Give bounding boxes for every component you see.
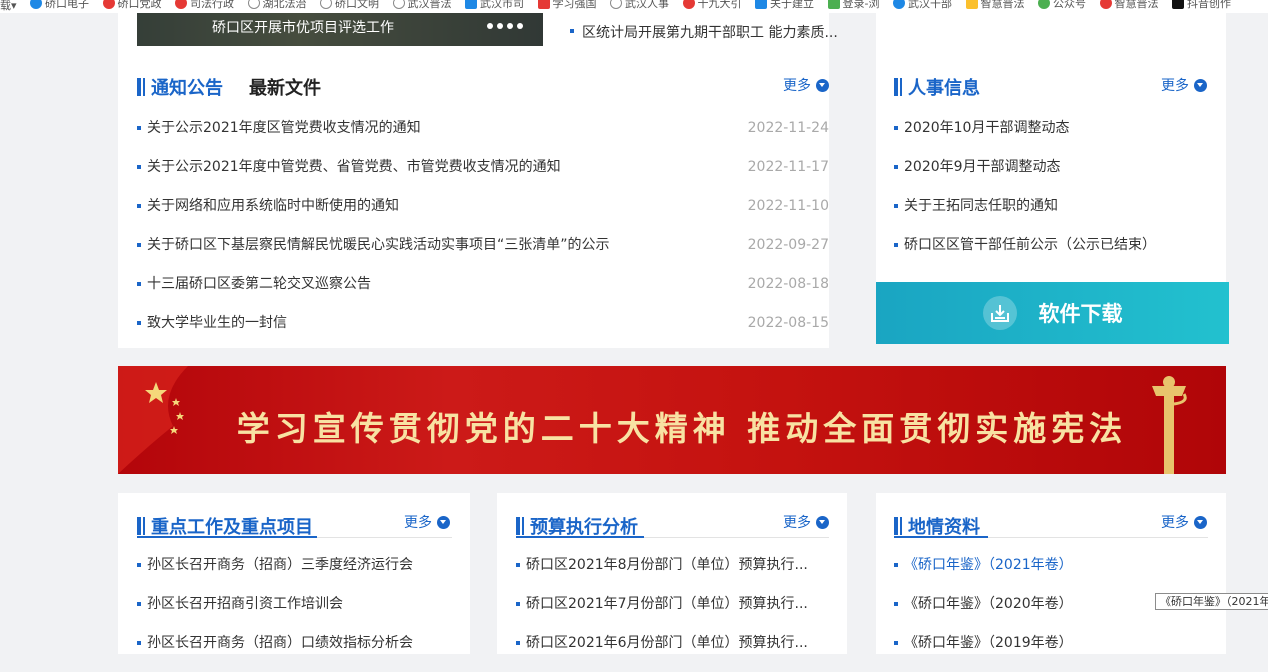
bookmark-item[interactable]: 智慧普法	[965, 0, 1025, 9]
date: 2022-11-10	[747, 198, 829, 214]
tab-latest-files[interactable]: 最新文件	[249, 74, 321, 100]
globe-icon	[392, 0, 405, 9]
top-card-right	[876, 13, 1226, 50]
list-item[interactable]: 硚口区2021年6月份部门（单位）预算执行...	[516, 633, 829, 672]
list-item[interactable]: 硚口区2021年8月份部门（单位）预算执行...	[516, 555, 829, 594]
list-item[interactable]: 2020年10月干部调整动态	[894, 118, 1214, 157]
globe-icon	[247, 0, 260, 9]
tooltip: 《硚口年鉴》（2021年卷）	[1155, 593, 1268, 610]
list-item[interactable]: 2020年9月干部调整动态	[894, 157, 1214, 196]
bookmark-item[interactable]: 武汉干部	[893, 0, 952, 9]
download-icon	[982, 296, 1017, 330]
list-item[interactable]: 孙区长召开商务（招商）口绩效指标分析会	[137, 633, 452, 672]
bookmarks-bar: 载 ▾ 硚口电子 硚口党政 司法行政 湖北法治 硚口文明 武汉普法 武汉市司 学…	[0, 0, 1268, 13]
bookmark-item[interactable]: 硚口电子	[30, 0, 89, 9]
list-item[interactable]: 孙区长召开招商引资工作培训会	[137, 594, 452, 633]
tiktok-icon	[1172, 0, 1185, 9]
list-item[interactable]: 关于网络和应用系统临时中断使用的通知 2022-11-10	[137, 196, 829, 235]
bookmark-icon	[755, 0, 768, 9]
list-item[interactable]: 关于硚口区下基层察民情解民忧暖民心实践活动实事项目“三张清单”的公示 2022-0…	[137, 235, 829, 274]
top-news-item[interactable]: 区统计局开展第九期干部职工 能力素质...	[570, 22, 838, 42]
bookmark-item[interactable]: 十九大引	[682, 0, 742, 9]
bookmark-item[interactable]: 硚口文明	[320, 0, 379, 9]
personnel-list: 2020年10月干部调整动态 2020年9月干部调整动态 关于王拓同志任职的通知…	[894, 118, 1214, 274]
software-download-button[interactable]: 软件下载	[876, 282, 1229, 344]
bookmark-icon	[1038, 0, 1051, 9]
chevron-down-icon	[1194, 78, 1207, 92]
chevron-down-icon	[437, 515, 450, 529]
bookmark-icon	[175, 0, 188, 9]
title-bar-icon	[137, 517, 141, 535]
divider	[137, 536, 452, 538]
bookmark-item[interactable]: 登录-浏	[827, 0, 880, 9]
bookmark-icon	[682, 0, 695, 9]
personnel-title: 人事信息	[894, 74, 980, 100]
budget-list: 硚口区2021年8月份部门（单位）预算执行... 硚口区2021年7月份部门（单…	[516, 555, 829, 672]
bookmark-icon	[537, 0, 550, 9]
bookmark-item[interactable]: 学习强国	[537, 0, 597, 9]
bookmark-item[interactable]: 武汉普法	[392, 0, 452, 9]
chevron-down-icon	[816, 515, 829, 529]
key-work-more-link[interactable]: 更多	[404, 512, 450, 532]
local-info-list: 《硚口年鉴》（2021年卷） 《硚口年鉴》（2020年卷） 《硚口年鉴》（201…	[894, 555, 1208, 672]
huabiao-decoration	[1152, 376, 1187, 474]
bookmark-item[interactable]: 硚口党政	[102, 0, 162, 9]
title-bar-icon	[894, 517, 898, 535]
divider	[516, 536, 829, 538]
date: 2022-08-15	[747, 315, 829, 331]
promo-banner[interactable]: 学习宣传贯彻党的二十大精神 推动全面贯彻实施宪法	[118, 366, 1226, 474]
divider	[894, 536, 1208, 538]
carousel-dots[interactable]	[487, 23, 523, 29]
notice-list: 关于公示2021年度区管党费收支情况的通知 2022-11-24 关于公示2021…	[137, 118, 829, 352]
tab-notice[interactable]: 通知公告	[151, 74, 223, 100]
title-bar-icon	[894, 78, 898, 96]
key-work-list: 孙区长召开商务（招商）三季度经济运行会 孙区长召开招商引资工作培训会 孙区长召开…	[137, 555, 452, 672]
date: 2022-11-17	[747, 159, 829, 175]
bookmark-item[interactable]: 智慧普法	[1099, 0, 1159, 9]
bookmark-icon	[102, 0, 115, 9]
list-item[interactable]: 关于公示2021年度中管党费、省管党费、市管党费收支情况的通知 2022-11-1…	[137, 157, 829, 196]
list-item[interactable]: 十三届硚口区委第二轮交叉巡察公告 2022-08-18	[137, 274, 829, 313]
chevron-down-icon	[816, 78, 829, 92]
list-item[interactable]: 致大学毕业生的一封信 2022-08-15	[137, 313, 829, 352]
bookmark-item[interactable]: 武汉市司	[465, 0, 524, 9]
chevron-down-icon	[1194, 515, 1207, 529]
local-info-more-link[interactable]: 更多	[1161, 512, 1207, 532]
date: 2022-11-24	[747, 120, 829, 136]
bookmark-icon	[827, 0, 840, 9]
bookmark-item[interactable]: 抖音创作	[1172, 0, 1231, 9]
bookmark-item[interactable]: 湖北法治	[247, 0, 307, 9]
personnel-more-link[interactable]: 更多	[1161, 75, 1207, 95]
list-item[interactable]: 《硚口年鉴》（2021年卷）	[894, 555, 1208, 594]
bookmark-item[interactable]: 武汉人事	[610, 0, 669, 9]
bookmark-item[interactable]: 公众号	[1038, 0, 1086, 9]
bookmark-icon	[465, 0, 478, 9]
bookmark-icon	[1099, 0, 1112, 9]
list-item[interactable]: 关于王拓同志任职的通知	[894, 196, 1214, 235]
list-item[interactable]: 硚口区区管干部任前公示（公示已结束）	[894, 235, 1214, 274]
notice-more-link[interactable]: 更多	[783, 75, 829, 95]
list-item[interactable]: 硚口区2021年7月份部门（单位）预算执行...	[516, 594, 829, 633]
banner-text: 学习宣传贯彻党的二十大精神 推动全面贯彻实施宪法	[236, 409, 1128, 448]
bookmark-icon	[965, 0, 978, 9]
notice-tabs: 通知公告 最新文件	[137, 74, 321, 100]
date: 2022-08-18	[747, 276, 829, 292]
bookmark-icon	[893, 0, 906, 9]
bookmark-icon	[30, 0, 43, 9]
bookmark-item[interactable]: 关于建立	[755, 0, 814, 9]
globe-icon	[320, 0, 333, 9]
date: 2022-09-27	[747, 237, 829, 253]
carousel-caption: 硚口区开展市优项目评选工作	[212, 20, 394, 36]
title-bar-icon	[137, 78, 141, 96]
bookmark-item[interactable]: 司法行政	[175, 0, 234, 9]
list-item[interactable]: 孙区长召开商务（招商）三季度经济运行会	[137, 555, 452, 594]
list-item[interactable]: 关于公示2021年度区管党费收支情况的通知 2022-11-24	[137, 118, 829, 157]
budget-more-link[interactable]: 更多	[783, 512, 829, 532]
carousel-image[interactable]: 硚口区开展市优项目评选工作	[137, 13, 543, 46]
title-bar-icon	[516, 517, 520, 535]
bookmark-item[interactable]: 载 ▾	[0, 0, 17, 11]
list-item[interactable]: 《硚口年鉴》（2019年卷）	[894, 633, 1208, 672]
globe-icon	[610, 0, 623, 9]
